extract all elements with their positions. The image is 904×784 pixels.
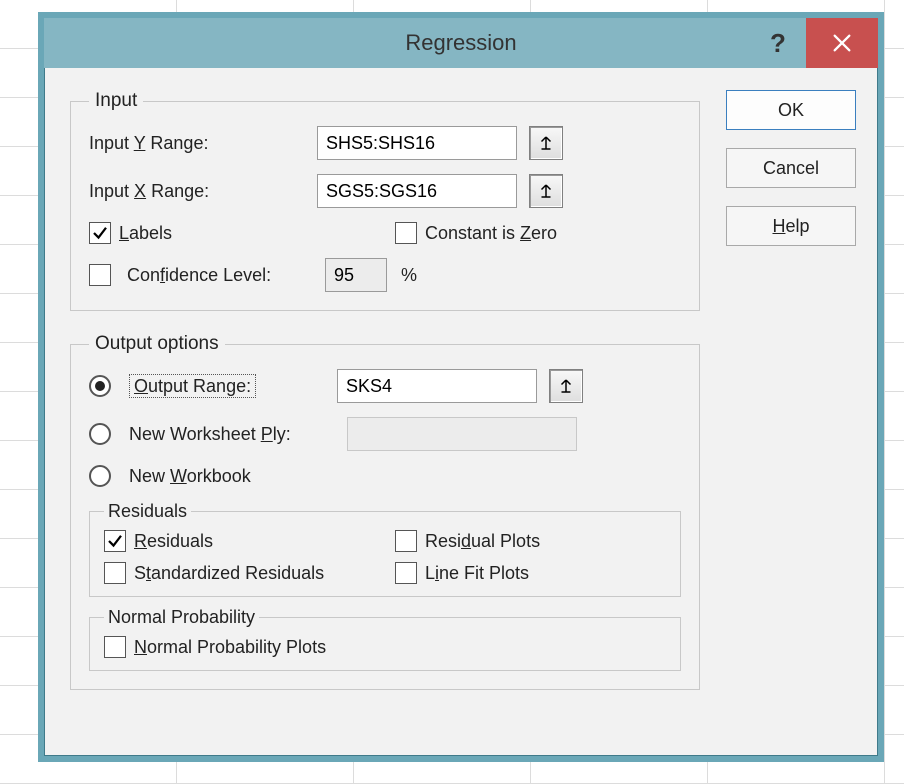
labels-checkbox[interactable] [89,222,111,244]
standardized-residuals-checkbox[interactable] [104,562,126,584]
titlebar: Regression ? [44,18,878,68]
residuals-checkbox[interactable] [104,530,126,552]
new-workbook-label[interactable]: New Workbook [129,466,251,487]
constant-zero-label[interactable]: Constant is Zero [425,223,557,244]
standardized-residuals-label[interactable]: Standardized Residuals [134,563,324,584]
collapse-icon [537,134,555,152]
normal-probability-legend: Normal Probability [104,607,259,628]
side-buttons: OK Cancel Help [726,90,856,712]
output-range-row: Output Range: [89,369,681,403]
residual-plots-checkbox[interactable] [395,530,417,552]
output-range-value[interactable] [337,369,537,403]
output-range-label[interactable]: Output Range: [129,376,329,397]
input-group: Input Input Y Range: Input X Range: [70,90,700,311]
input-legend: Input [89,90,143,112]
output-range-radio[interactable] [89,375,111,397]
confidence-value[interactable] [325,258,387,292]
check-icon [106,532,124,550]
residual-plots-label[interactable]: Residual Plots [425,531,540,552]
confidence-checkbox[interactable] [89,264,111,286]
cancel-button[interactable]: Cancel [726,148,856,188]
normal-probability-label[interactable]: Normal Probability Plots [134,637,326,658]
check-icon [91,224,109,242]
collapse-icon [537,182,555,200]
residuals-legend: Residuals [104,501,191,522]
new-worksheet-label[interactable]: New Worksheet Ply: [129,424,339,445]
titlebar-controls: ? [750,18,878,68]
input-y-range-picker[interactable] [529,126,563,160]
confidence-row: Confidence Level: % [89,258,681,292]
regression-dialog: Regression ? Input Input Y Range: [38,12,884,762]
input-y-row: Input Y Range: [89,126,681,160]
output-legend: Output options [89,333,225,355]
input-x-label: Input X Range: [89,181,309,202]
confidence-unit: % [401,265,417,286]
labels-zero-row: Labels Constant is Zero [89,222,681,244]
input-y-label: Input Y Range: [89,133,309,154]
new-workbook-radio[interactable] [89,465,111,487]
new-worksheet-name[interactable] [347,417,577,451]
help-icon[interactable]: ? [750,18,806,68]
output-group: Output options Output Range: [70,333,700,690]
input-y-range[interactable] [317,126,517,160]
constant-zero-checkbox[interactable] [395,222,417,244]
input-x-row: Input X Range: [89,174,681,208]
input-x-range-picker[interactable] [529,174,563,208]
normal-probability-checkbox[interactable] [104,636,126,658]
ok-button[interactable]: OK [726,90,856,130]
output-range-picker[interactable] [549,369,583,403]
new-worksheet-row: New Worksheet Ply: [89,417,681,451]
help-button[interactable]: Help [726,206,856,246]
close-icon [831,32,853,54]
dialog-title: Regression [405,30,516,56]
main-column: Input Input Y Range: Input X Range: [70,90,700,712]
confidence-label[interactable]: Confidence Level: [127,265,317,286]
labels-label[interactable]: Labels [119,223,172,244]
dialog-body: Input Input Y Range: Input X Range: [44,68,878,734]
normal-probability-group: Normal Probability Normal Probability Pl… [89,607,681,671]
collapse-icon [557,377,575,395]
line-fit-plots-label[interactable]: Line Fit Plots [425,563,529,584]
residuals-label[interactable]: Residuals [134,531,213,552]
close-button[interactable] [806,18,878,68]
residuals-group: Residuals Residuals [89,501,681,597]
new-workbook-row: New Workbook [89,465,681,487]
new-worksheet-radio[interactable] [89,423,111,445]
line-fit-plots-checkbox[interactable] [395,562,417,584]
input-x-range[interactable] [317,174,517,208]
